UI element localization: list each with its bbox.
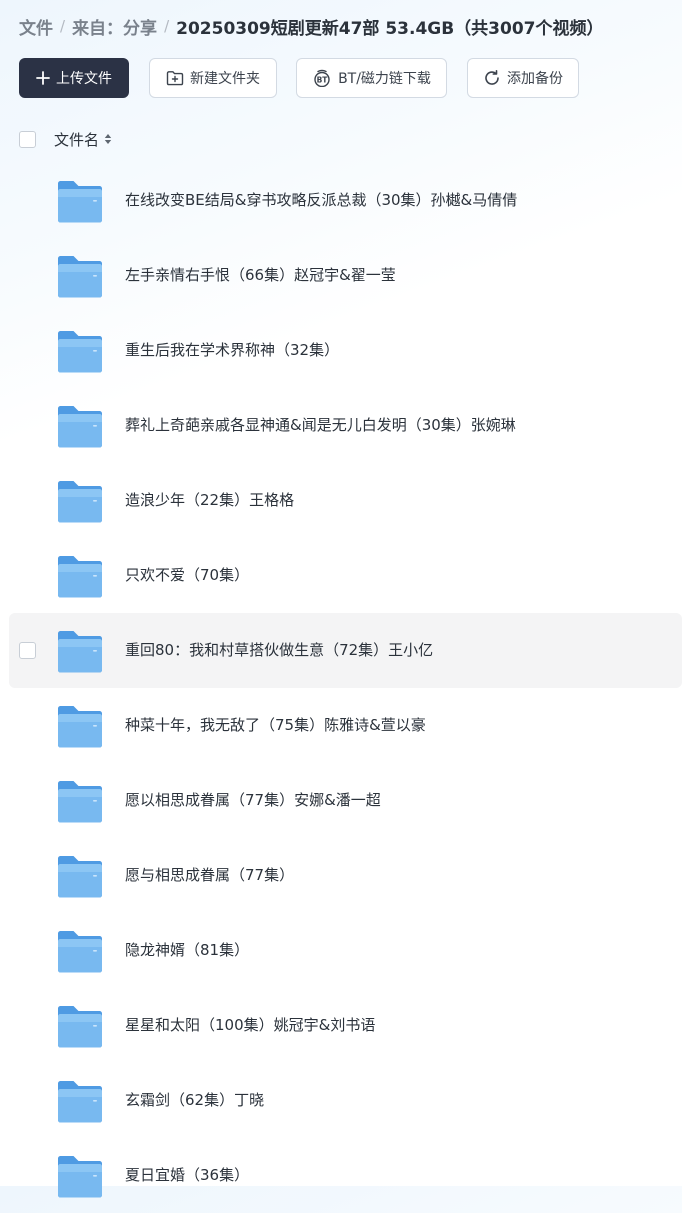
folder-icon — [58, 1081, 102, 1123]
new-folder-button-label: 新建文件夹 — [190, 71, 260, 87]
row-checkbox[interactable] — [19, 642, 36, 659]
plus-icon — [36, 71, 50, 85]
folder-icon — [58, 631, 102, 673]
folder-icon — [58, 1156, 102, 1198]
folder-icon — [58, 931, 102, 973]
folder-plus-icon — [166, 70, 184, 86]
column-header-filename-label: 文件名 — [54, 130, 100, 149]
file-row[interactable]: 愿与相思成眷属（77集） — [9, 838, 682, 913]
folder-icon — [58, 256, 102, 298]
file-list: 在线改变BE结局&穿书攻略反派总裁（30集）孙樾&马倩倩 左手亲情右手恨（66集… — [9, 163, 682, 1213]
select-all-checkbox[interactable] — [19, 130, 36, 148]
list-header: 文件名 — [19, 127, 112, 151]
file-name: 种菜十年，我无敌了（75集）陈雅诗&萱以豪 — [125, 716, 426, 734]
add-backup-button-label: 添加备份 — [507, 71, 563, 87]
file-row[interactable]: 只欢不爱（70集） — [9, 538, 682, 613]
file-name: 愿以相思成眷属（77集）安娜&潘一超 — [125, 791, 381, 809]
folder-icon — [58, 406, 102, 448]
breadcrumb-shared[interactable]: 来自：分享 — [72, 14, 157, 39]
file-name: 隐龙神婿（81集） — [125, 941, 250, 959]
folder-icon — [58, 481, 102, 523]
file-name: 愿与相思成眷属（77集） — [125, 866, 295, 884]
file-name: 葬礼上奇葩亲戚各显神通&闻是无儿白发明（30集）张婉琳 — [125, 416, 516, 434]
file-row[interactable]: 种菜十年，我无敌了（75集）陈雅诗&萱以豪 — [9, 688, 682, 763]
file-row[interactable]: 重回80：我和村草搭伙做生意（72集）王小亿 — [9, 613, 682, 688]
upload-button-label: 上传文件 — [56, 71, 112, 87]
file-row[interactable]: 隐龙神婿（81集） — [9, 913, 682, 988]
file-row[interactable]: 葬礼上奇葩亲戚各显神通&闻是无儿白发明（30集）张婉琳 — [9, 388, 682, 463]
file-row[interactable]: 玄霜剑（62集）丁晓 — [9, 1063, 682, 1138]
file-name: 重生后我在学术界称神（32集） — [125, 341, 340, 359]
file-row[interactable]: 夏日宜婚（36集） — [9, 1138, 682, 1213]
folder-icon — [58, 706, 102, 748]
breadcrumb-files[interactable]: 文件 — [19, 14, 53, 39]
folder-icon — [58, 556, 102, 598]
folder-icon — [58, 1006, 102, 1048]
column-header-filename[interactable]: 文件名 — [54, 129, 112, 150]
svg-text:BT: BT — [317, 76, 329, 85]
folder-icon — [58, 331, 102, 373]
new-folder-button[interactable]: 新建文件夹 — [149, 58, 277, 98]
sync-icon — [483, 69, 501, 87]
file-row[interactable]: 造浪少年（22集）王格格 — [9, 463, 682, 538]
file-name: 在线改变BE结局&穿书攻略反派总裁（30集）孙樾&马倩倩 — [125, 191, 518, 209]
file-name: 只欢不爱（70集） — [125, 566, 250, 584]
breadcrumb-separator: / — [164, 17, 170, 35]
folder-icon — [58, 181, 102, 223]
file-name: 玄霜剑（62集）丁晓 — [125, 1091, 265, 1109]
breadcrumb: 文件 / 来自：分享 / 20250309短剧更新47部 53.4GB（共300… — [19, 12, 604, 40]
file-row[interactable]: 重生后我在学术界称神（32集） — [9, 313, 682, 388]
sort-icon[interactable] — [104, 133, 112, 145]
bt-icon: BT — [312, 69, 332, 87]
file-name: 重回80：我和村草搭伙做生意（72集）王小亿 — [125, 641, 434, 659]
upload-button[interactable]: 上传文件 — [19, 58, 129, 98]
folder-icon — [58, 781, 102, 823]
bt-magnet-download-button-label: BT/磁力链下载 — [338, 71, 431, 87]
bt-magnet-download-button[interactable]: BT BT/磁力链下载 — [296, 58, 447, 98]
folder-icon — [58, 856, 102, 898]
add-backup-button[interactable]: 添加备份 — [467, 58, 579, 98]
breadcrumb-current-folder: 20250309短剧更新47部 53.4GB（共3007个视频） — [176, 18, 604, 39]
file-row[interactable]: 左手亲情右手恨（66集）赵冠宇&翟一莹 — [9, 238, 682, 313]
breadcrumb-separator: / — [60, 17, 66, 35]
file-row[interactable]: 愿以相思成眷属（77集）安娜&潘一超 — [9, 763, 682, 838]
file-name: 夏日宜婚（36集） — [125, 1166, 250, 1184]
file-name: 造浪少年（22集）王格格 — [125, 491, 295, 509]
file-name: 星星和太阳（100集）姚冠宇&刘书语 — [125, 1016, 376, 1034]
file-row[interactable]: 在线改变BE结局&穿书攻略反派总裁（30集）孙樾&马倩倩 — [9, 163, 682, 238]
file-name: 左手亲情右手恨（66集）赵冠宇&翟一莹 — [125, 266, 396, 284]
file-row[interactable]: 星星和太阳（100集）姚冠宇&刘书语 — [9, 988, 682, 1063]
